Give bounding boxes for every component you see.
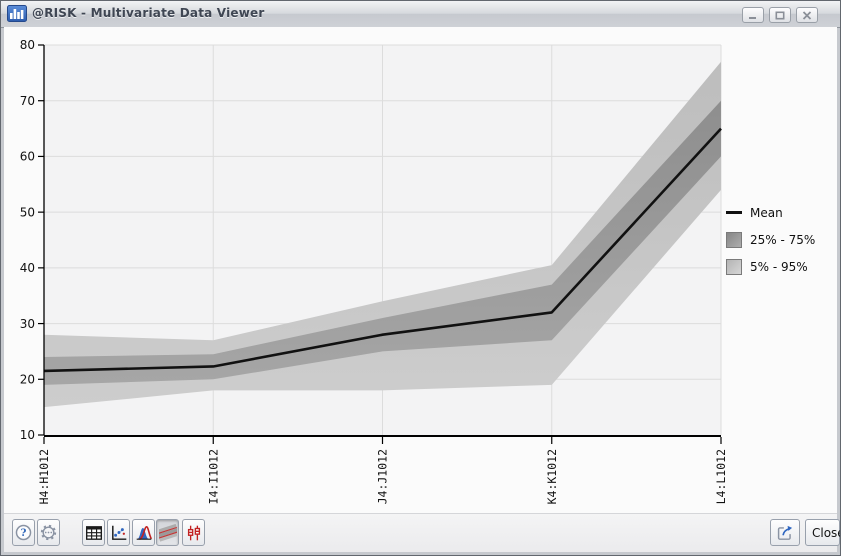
- legend-label: 5% - 95%: [750, 260, 808, 274]
- band-chart-icon: [159, 524, 177, 542]
- multivariate-data-viewer-window: @RISK - Multivariate Data Viewer: [0, 0, 841, 556]
- bar-chart-icon: [7, 5, 27, 26]
- y-tick-label: 50: [20, 205, 35, 219]
- close-button[interactable]: Close: [805, 519, 840, 546]
- legend-label: 25% - 75%: [750, 233, 815, 247]
- close-icon: [802, 11, 812, 20]
- minimize-button[interactable]: [742, 7, 764, 23]
- data-table-button[interactable]: [82, 519, 105, 546]
- legend-item: Mean: [726, 204, 815, 221]
- titlebar[interactable]: @RISK - Multivariate Data Viewer: [1, 1, 840, 28]
- x-tick-label: K4:K1012: [545, 449, 559, 504]
- close-window-button[interactable]: [796, 7, 818, 23]
- band-chart-svg: 10 20 30 40 50 60 70 80 H4:H1012 I4:I1012 J4:J1012…: [4, 27, 837, 516]
- legend-band-swatch: [726, 232, 742, 248]
- band-chart-button[interactable]: [156, 519, 179, 546]
- window-title: @RISK - Multivariate Data Viewer: [32, 6, 264, 20]
- y-tick-label: 10: [20, 428, 35, 442]
- x-tick-label: I4:I1012: [206, 449, 220, 504]
- svg-text:?: ?: [21, 528, 27, 539]
- scatter-chart-button[interactable]: [107, 519, 130, 546]
- chart-legend: Mean 25% - 75% 5% - 95%: [726, 204, 815, 275]
- maximize-icon: [775, 11, 785, 20]
- y-tick-label: 80: [20, 38, 35, 52]
- y-tick-label: 20: [20, 372, 35, 386]
- y-tick-label: 40: [20, 261, 35, 275]
- y-tick-label: 30: [20, 317, 35, 331]
- open-in-window-button[interactable]: [770, 519, 800, 546]
- y-tick-label: 60: [20, 150, 35, 164]
- distribution-chart-icon: [135, 524, 153, 542]
- legend-item: 25% - 75%: [726, 231, 815, 248]
- chart-region: 10 20 30 40 50 60 70 80 H4:H1012 I4:I1012 J4:J1012…: [4, 27, 837, 516]
- legend-line-swatch: [726, 211, 742, 214]
- box-plot-button[interactable]: [182, 519, 205, 546]
- help-icon: ?: [15, 524, 32, 541]
- settings-button[interactable]: [37, 519, 60, 546]
- help-button[interactable]: ?: [12, 519, 35, 546]
- y-tick-label: 70: [20, 94, 35, 108]
- legend-label: Mean: [750, 206, 783, 220]
- x-tick-label: L4:L1012: [714, 449, 728, 504]
- x-tick-label: H4:H1012: [37, 449, 51, 504]
- maximize-button[interactable]: [769, 7, 791, 23]
- open-in-window-icon: [776, 524, 794, 542]
- scatter-chart-icon: [110, 524, 128, 542]
- distribution-chart-button[interactable]: [132, 519, 155, 546]
- window-controls: [742, 7, 818, 23]
- legend-band-swatch: [726, 259, 742, 275]
- x-tick-label: J4:J1012: [376, 449, 390, 504]
- legend-item: 5% - 95%: [726, 258, 815, 275]
- bottom-toolbar: ?: [4, 513, 837, 552]
- box-plot-icon: [185, 524, 203, 542]
- data-table-icon: [85, 524, 103, 542]
- settings-gear-icon: [40, 524, 57, 541]
- minimize-icon: [748, 11, 758, 20]
